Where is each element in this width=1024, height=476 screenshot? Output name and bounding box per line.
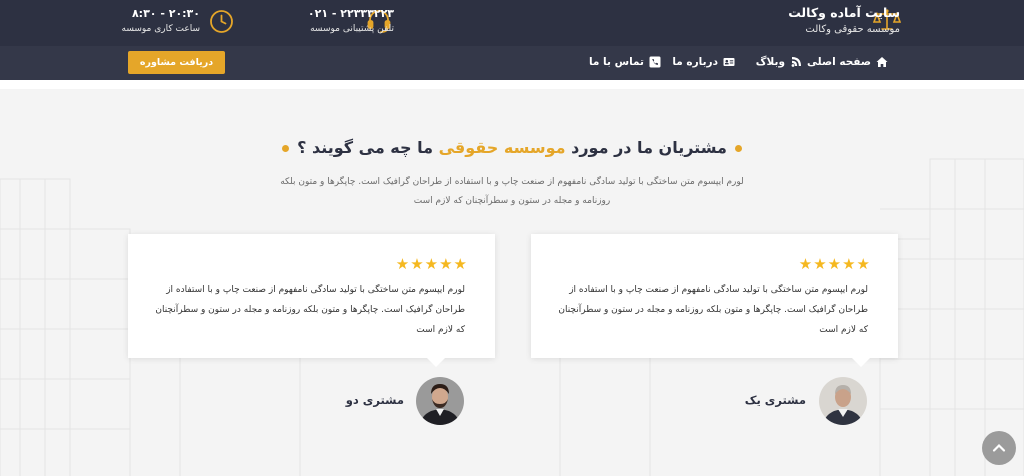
clock-icon xyxy=(210,10,233,33)
support-phone-label: تلفن پشتیبانی موسسه xyxy=(310,24,394,34)
star-rating: ★ ★ ★ ★ ★ xyxy=(396,257,467,272)
star-icon: ★ xyxy=(439,255,453,273)
working-hours-value: ۸:۳۰ - ۲۰:۳۰ xyxy=(131,7,200,20)
nav-item-contact[interactable]: تماس با ما xyxy=(589,53,661,71)
blog-icon xyxy=(791,57,801,67)
nav-item-home[interactable]: صفحه اصلی xyxy=(807,53,888,71)
star-rating: ★ ★ ★ ★ ★ xyxy=(799,257,870,272)
star-icon: ★ xyxy=(813,255,827,273)
testimonial-card: ★ ★ ★ ★ ★ لورم ایپسوم متن ساختگی با تولید سا… xyxy=(531,234,898,367)
brand[interactable]: سایت آماده وکالت موسسه حقوقی وکالت xyxy=(788,4,900,38)
header-divider xyxy=(0,80,1024,89)
heading-highlight: موسسه حقوقی xyxy=(438,138,566,157)
working-hours: ۸:۳۰ - ۲۰:۳۰ ساعت کاری موسسه xyxy=(122,6,201,36)
testimonial-card: ★ ★ ★ ★ ★ لورم ایپسوم متن ساختگی با تولید سا… xyxy=(128,234,495,367)
nav-item-home-label: صفحه اصلی xyxy=(807,56,871,68)
testimonials-heading: مشتریان ما در مورد موسسه حقوقی ما چه می … xyxy=(0,138,1024,157)
nav-item-blog[interactable]: وبلاگ xyxy=(756,53,802,71)
star-icon: ★ xyxy=(453,255,467,273)
nav-item-contact-label: تماس با ما xyxy=(588,56,644,68)
working-hours-label: ساعت کاری موسسه xyxy=(121,24,201,34)
brand-title: سایت آماده وکالت xyxy=(788,5,900,20)
heading-text-end: ما چه می گویند ؟ xyxy=(297,138,439,157)
scroll-to-top-button[interactable] xyxy=(982,431,1016,465)
avatar xyxy=(416,377,464,425)
testimonial-text: لورم ایپسوم متن ساختگی با تولید سادگی نا… xyxy=(558,285,868,335)
nav-item-about[interactable]: درباره ما xyxy=(672,53,735,71)
heading-dot-left xyxy=(282,145,290,152)
nav-item-blog-label: وبلاگ xyxy=(755,56,785,68)
star-icon: ★ xyxy=(424,255,439,273)
chevron-up-icon xyxy=(992,443,1006,452)
customer-name: مشتری یک xyxy=(744,393,806,407)
star-icon: ★ xyxy=(827,255,842,273)
heading-text-start: مشتریان ما در مورد xyxy=(565,138,727,157)
get-consultation-button[interactable]: دریافت مشاوره xyxy=(128,51,225,74)
star-icon: ★ xyxy=(856,255,870,273)
star-icon: ★ xyxy=(798,255,813,273)
home-icon xyxy=(876,57,888,67)
support-phone: ۰۲۱ - ۲۲۳۳۳۲۲۳ تلفن پشتیبانی موسسه xyxy=(308,6,394,36)
support-phone-value[interactable]: ۰۲۱ - ۲۲۳۳۳۲۲۳ xyxy=(308,6,394,22)
star-icon: ★ xyxy=(410,255,424,273)
star-icon: ★ xyxy=(395,255,410,273)
id-card-icon xyxy=(723,58,735,66)
testimonial-text: لورم ایپسوم متن ساختگی با تولید سادگی نا… xyxy=(155,285,465,335)
phone-square-icon xyxy=(649,56,661,68)
nav-item-about-label: درباره ما xyxy=(672,56,718,68)
customer-name: مشتری دو xyxy=(345,393,404,407)
section-intro: لورم ایپسوم متن ساختگی با تولید سادگی نا… xyxy=(280,177,744,206)
heading-dot-right xyxy=(734,145,742,152)
star-icon: ★ xyxy=(842,255,856,273)
avatar xyxy=(819,377,867,425)
brand-subtitle: موسسه حقوقی وکالت xyxy=(805,24,900,35)
